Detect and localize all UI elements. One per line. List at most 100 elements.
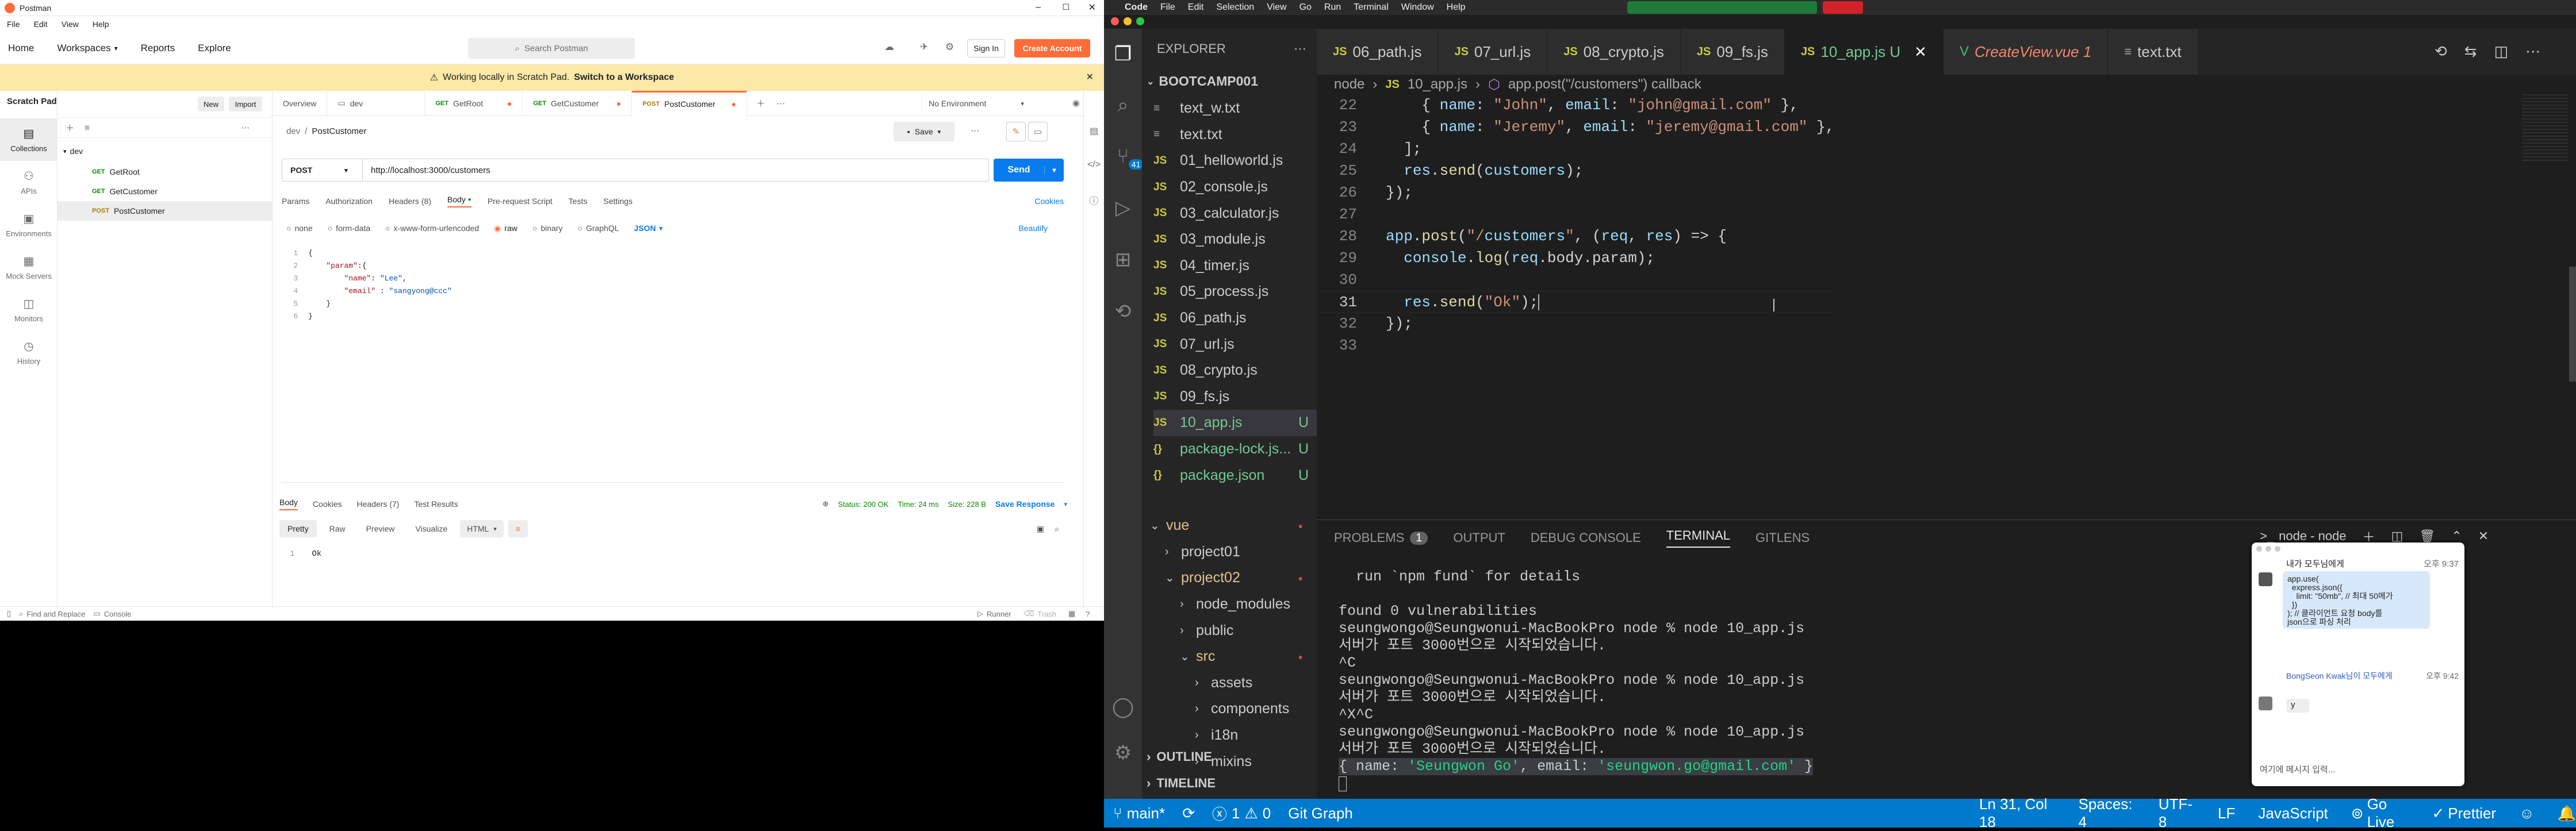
subtab-headers[interactable]: Headers (8) (389, 197, 431, 206)
editor-tab[interactable]: JS 10_app.js U ✕ (1784, 29, 1943, 75)
trash-icon[interactable]: 🗑 (2419, 529, 2435, 544)
language-mode[interactable]: JavaScript (2258, 805, 2328, 822)
folder-item[interactable]: ⌄ src ● (1142, 644, 1317, 670)
method-select[interactable]: POST ▾ (282, 159, 363, 181)
file-item[interactable]: JS 07_url.js (1153, 331, 1317, 357)
split-terminal-icon[interactable]: ◫ (2391, 529, 2404, 544)
close-icon[interactable] (1111, 17, 1119, 25)
view-raw[interactable]: Raw (321, 520, 354, 537)
resp-tab-headers[interactable]: Headers (7) (357, 499, 400, 509)
sidebar-toggle-icon[interactable]: ▯ (7, 609, 11, 618)
file-item[interactable]: JS 09_fs.js (1153, 384, 1317, 410)
close-panel-icon[interactable]: ✕ (2478, 529, 2489, 544)
eye-icon[interactable]: ◉ (1072, 98, 1080, 108)
menu-file[interactable]: File (7, 20, 20, 29)
editor-tab[interactable]: JS 07_url.js (1438, 29, 1548, 75)
folder-item[interactable]: › i18n (1142, 722, 1317, 749)
bell-icon[interactable]: 🔔 (2558, 805, 2576, 822)
line-ending[interactable]: LF (2218, 805, 2235, 822)
environment-select[interactable]: No Environment ▾ (921, 94, 1059, 113)
menu-view[interactable]: View (1267, 2, 1286, 13)
subtab-settings[interactable]: Settings (603, 197, 632, 206)
maximize-icon[interactable] (2275, 546, 2280, 552)
resp-tab-cookies[interactable]: Cookies (313, 499, 342, 509)
menu-help[interactable]: Help (1447, 2, 1466, 13)
resp-tab-body[interactable]: Body (279, 498, 298, 510)
beautify-link[interactable]: Beautify (1018, 224, 1048, 233)
file-item[interactable]: {} package-lock.js... U (1153, 436, 1317, 463)
cookies-link[interactable]: Cookies (1034, 197, 1064, 206)
tab-dev[interactable]: ▭ dev (327, 90, 425, 116)
file-item[interactable]: ≡ text.txt (1153, 122, 1317, 148)
sidebar-item-collections[interactable]: ▤ Collections (0, 118, 57, 161)
breadcrumb-parent[interactable]: dev (286, 126, 300, 136)
cursor-position[interactable]: Ln 31, Col 18 (1979, 795, 2056, 831)
editor-tab[interactable]: JS 09_fs.js (1680, 29, 1785, 75)
subtab-authorization[interactable]: Authorization (325, 197, 373, 206)
nav-home[interactable]: Home (8, 43, 34, 54)
file-item[interactable]: ≡ text_w.txt (1153, 95, 1317, 122)
sidebar-item-apis[interactable]: ⚇ APIs (0, 161, 57, 203)
tab-getcustomer[interactable]: GET GetCustomer ● (523, 90, 632, 116)
sync-icon[interactable]: ⟳ (1182, 805, 1195, 822)
folder-item[interactable]: › components (1142, 696, 1317, 722)
subtab-body[interactable]: Body ● (447, 195, 471, 207)
console-button[interactable]: ▭ Console (93, 609, 131, 618)
more-tabs-icon[interactable]: ⋯ (776, 98, 785, 109)
subtab-tests[interactable]: Tests (569, 197, 588, 206)
more-icon[interactable]: ⋯ (971, 125, 979, 136)
run-debug-icon[interactable]: ▷ (1116, 197, 1130, 220)
radio-graphql[interactable]: ○ GraphQL (577, 224, 619, 233)
save-response-button[interactable]: Save Response (995, 499, 1055, 509)
account-icon[interactable]: ◯ (1112, 695, 1134, 718)
maximize-panel-icon[interactable]: ⌃ (2451, 529, 2462, 544)
file-item[interactable]: JS 02_console.js (1153, 174, 1317, 201)
timeline-section[interactable]: › TIMELINE (1147, 776, 1216, 791)
menu-edit[interactable]: Edit (1188, 2, 1204, 13)
history-icon[interactable]: ⟲ (2435, 43, 2447, 60)
minimize-icon[interactable] (2266, 546, 2271, 552)
file-item[interactable]: JS 08_crypto.js (1153, 357, 1317, 384)
settings-icon[interactable]: ⚙ (945, 41, 954, 53)
extensions-icon[interactable]: ⊞ (1115, 248, 1132, 271)
file-item[interactable]: JS 03_module.js (1153, 226, 1317, 253)
minimize-icon[interactable]: – (1036, 2, 1041, 13)
indentation[interactable]: Spaces: 4 (2079, 795, 2136, 831)
file-item[interactable]: {} package.json U (1153, 462, 1317, 488)
subtab-prerequest[interactable]: Pre-request Script (488, 197, 553, 206)
body-editor[interactable]: 1{2 "param":{3 "name": "Lee", 4 "email" :… (282, 247, 1064, 483)
view-visualize[interactable]: Visualize (407, 520, 455, 537)
help-icon[interactable]: ? (1086, 610, 1090, 618)
menu-go[interactable]: Go (1300, 2, 1312, 13)
menu-terminal[interactable]: Terminal (1354, 2, 1388, 13)
menu-edit[interactable]: Edit (34, 20, 48, 29)
radio-raw[interactable]: ◉ raw (494, 224, 518, 233)
minimap[interactable] (2522, 94, 2568, 163)
tab-terminal[interactable]: TERMINAL (1666, 528, 1731, 548)
menu-help[interactable]: Help (93, 20, 109, 29)
gitlens-icon[interactable]: ⟲ (1115, 300, 1132, 323)
file-item[interactable]: JS 04_timer.js (1153, 253, 1317, 279)
tab-getroot[interactable]: GET GetRoot ● (425, 90, 523, 116)
folder-item[interactable]: › assets (1142, 670, 1317, 697)
tree-request-getroot[interactable]: GET GetRoot (92, 162, 140, 182)
menu-view[interactable]: View (62, 20, 79, 29)
layout-icon[interactable]: ▦ (1068, 609, 1075, 618)
menu-file[interactable]: File (1160, 2, 1175, 13)
nav-explore[interactable]: Explore (198, 43, 231, 54)
filter-icon[interactable]: ≡ (85, 123, 90, 133)
menu-code[interactable]: Code (1125, 2, 1148, 13)
outline-section[interactable]: › OUTLINE (1147, 749, 1212, 764)
tree-request-postcustomer[interactable]: POST PostCustomer (57, 201, 272, 221)
wrap-icon[interactable]: ≡ (508, 520, 528, 537)
folder-item[interactable]: ⌄ vue ● (1142, 513, 1317, 539)
manage-gear-icon[interactable]: ⚙ (1114, 741, 1132, 764)
tree-folder-dev[interactable]: ▾ dev (63, 141, 83, 161)
resp-tab-tests[interactable]: Test Results (414, 499, 458, 509)
problems-indicator[interactable]: ⓧ 1 ⚠ 0 (1212, 803, 1271, 824)
go-live-button[interactable]: ⊚ Go Live (2351, 795, 2409, 831)
menu-run[interactable]: Run (1324, 2, 1341, 13)
maximize-icon[interactable] (1136, 17, 1144, 25)
editor-tab[interactable]: V CreateView.vue 1 (1943, 29, 2109, 75)
add-tab-icon[interactable]: ＋ (756, 97, 765, 109)
